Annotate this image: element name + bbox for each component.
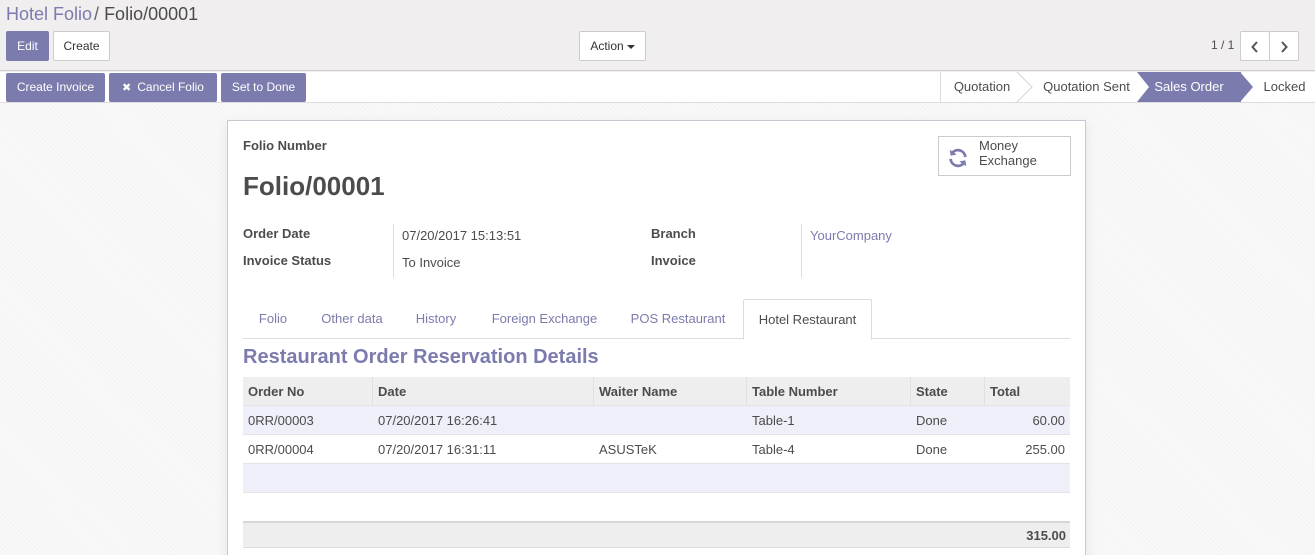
money-exchange-button[interactable]: Money Exchange [938,136,1071,176]
table-row-empty [243,464,1070,493]
table-row[interactable]: 0RR/00004 07/20/2017 16:31:11 ASUSTeK Ta… [243,435,1070,464]
money-exchange-line1: Money [979,138,1019,153]
control-panel: Hotel Folio / Folio/00001 Edit Create Acti… [0,0,1315,71]
close-icon: ✖ [122,82,132,94]
stage-quotation[interactable]: Quotation [940,72,1024,102]
invoice-status-value: To Invoice [402,255,461,270]
table-total: 315.00 [1026,528,1066,543]
breadcrumb: Hotel Folio / Folio/00001 [6,3,198,25]
cell-table-number: Table-4 [752,442,795,457]
action-dropdown[interactable]: Action [579,31,646,61]
cell-order-no: 0RR/00004 [248,442,314,457]
restaurant-orders-table: Order No Date Waiter Name Table Number S… [243,377,1070,493]
money-exchange-label: Money Exchange [979,138,1059,168]
table-footer: 315.00 [243,521,1070,548]
form-sheet: Folio Number Folio/00001 Money Exchange … [227,120,1086,555]
stage-arrow-icon [1240,72,1253,102]
cell-state: Done [916,413,948,428]
create-button[interactable]: Create [53,31,110,61]
column-header-state[interactable]: State [911,377,985,406]
branch-link[interactable]: YourCompany [810,228,892,243]
stage-arrow-icon [1137,72,1149,102]
tab-foreign-exchange[interactable]: Foreign Exchange [475,299,614,339]
pager-previous-button[interactable] [1240,31,1270,61]
folio-number-label: Folio Number [243,138,327,153]
stage-quotation-sent[interactable]: Quotation Sent [1034,72,1139,102]
cell-date: 07/20/2017 16:26:41 [378,413,498,428]
tab-hotel-restaurant[interactable]: Hotel Restaurant [743,299,872,340]
cell-total: 60.00 [1032,413,1065,428]
stage-arrow-icon [1016,72,1033,102]
breadcrumb-separator: / [94,4,100,24]
invoice-label: Invoice [651,253,696,268]
tab-history[interactable]: History [400,299,472,339]
cell-order-no: 0RR/00003 [248,413,314,428]
cell-total: 255.00 [1025,442,1065,457]
column-header-table-number[interactable]: Table Number [747,377,911,406]
pager-next-button[interactable] [1269,31,1299,61]
cell-table-number: Table-1 [752,413,795,428]
stage-sales-order[interactable]: Sales Order [1137,72,1241,102]
set-to-done-button[interactable]: Set to Done [221,73,306,102]
chevron-right-icon [1281,41,1288,53]
notebook-tabs: Folio Other data History Foreign Exchang… [243,299,1070,340]
tab-folio[interactable]: Folio [243,299,303,339]
breadcrumb-parent-link[interactable]: Hotel Folio [6,4,92,24]
money-exchange-line2: Exchange [979,153,1037,168]
order-date-value: 07/20/2017 15:13:51 [402,228,522,243]
order-date-label: Order Date [243,226,311,241]
invoice-status-label: Invoice Status [243,253,332,268]
column-header-waiter-name[interactable]: Waiter Name [594,377,747,406]
cell-waiter-name: ASUSTeK [599,442,657,457]
column-header-total[interactable]: Total [985,377,1070,406]
cell-state: Done [916,442,948,457]
table-row[interactable]: 0RR/00003 07/20/2017 16:26:41 Table-1 Do… [243,406,1070,435]
cancel-folio-button[interactable]: ✖ Cancel Folio [109,73,217,102]
cell-date: 07/20/2017 16:31:11 [378,442,497,457]
refresh-icon [949,148,967,168]
cell-waiter-name [594,406,747,435]
edit-button[interactable]: Edit [6,31,49,61]
stage-locked[interactable]: Locked [1254,72,1315,102]
branch-label: Branch [651,226,696,241]
caret-down-icon [626,44,635,49]
table-header: Order No Date Waiter Name Table Number S… [243,377,1070,406]
create-invoice-button[interactable]: Create Invoice [6,73,105,102]
chevron-left-icon [1251,41,1258,53]
field-divider [393,224,394,278]
breadcrumb-current: Folio/00001 [104,4,199,24]
cancel-folio-label: Cancel Folio [137,80,204,94]
page-title: Folio/00001 [243,171,385,201]
tab-other-data[interactable]: Other data [307,299,397,339]
column-header-order-no[interactable]: Order No [243,377,373,406]
section-title: Restaurant Order Reservation Details [243,346,599,368]
action-label: Action [590,39,624,53]
pager-value[interactable]: 1 / 1 [1211,38,1234,52]
field-divider [801,224,802,278]
column-header-date[interactable]: Date [373,377,594,406]
tab-pos-restaurant[interactable]: POS Restaurant [616,299,740,339]
statusbar: Create Invoice ✖ Cancel Folio Set to Done… [0,72,1315,103]
